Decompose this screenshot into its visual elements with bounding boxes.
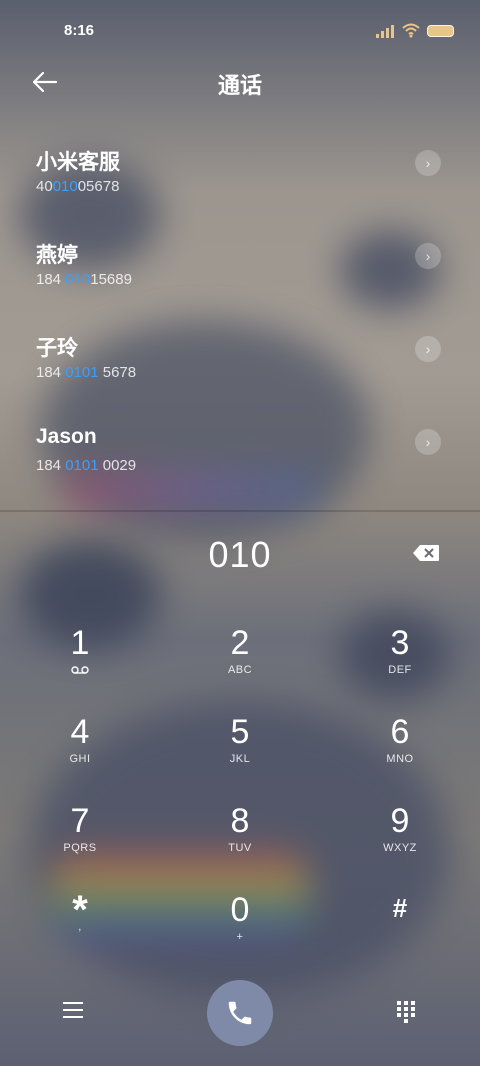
status-bar: 8:16 [0,0,480,62]
signal-icon [376,25,394,38]
bottom-bar [0,978,480,1046]
key-6[interactable]: 6 MNO [340,713,460,793]
contact-item[interactable]: 燕婷 184 01015689 › [0,225,480,315]
contact-number: 184 0101 5678 [36,364,137,381]
chevron-right-icon[interactable]: › [415,429,441,455]
contact-number: 184 01015689 [36,271,132,288]
contact-name: 子玲 [36,337,78,360]
contact-item[interactable]: Jason 184 0101 0029 › [0,411,480,501]
chevron-right-icon[interactable]: › [415,336,441,362]
contact-name: 小米客服 [36,151,120,174]
status-time: 8:16 [64,22,95,39]
key-7[interactable]: 7 PQRS [20,802,140,882]
key-8[interactable]: 8 TUV [180,802,300,882]
key-5[interactable]: 5 JKL [180,713,300,793]
contact-item[interactable]: 子玲 184 0101 5678 › [0,318,480,408]
key-star[interactable]: *, [20,890,140,971]
chevron-right-icon[interactable]: › [415,243,441,269]
key-0[interactable]: 0 + [180,891,300,971]
key-hash[interactable]: # [340,891,460,971]
call-button[interactable] [207,980,273,1046]
key-3[interactable]: 3 DEF [340,624,460,704]
dialed-number: 010 [208,534,272,575]
key-4[interactable]: 4 GHI [20,713,140,793]
wifi-icon [402,23,420,38]
dialpad-icon[interactable] [396,1000,416,1024]
dial-display: 010 [0,530,480,580]
contact-name: Jason [36,425,97,448]
backspace-icon[interactable] [412,544,440,562]
contact-number: 184 0101 0029 [36,457,137,474]
contact-name: 燕婷 [36,244,78,267]
battery-icon [427,25,454,37]
key-1[interactable]: 1 [20,624,140,704]
header: 通话 [0,62,480,102]
key-2[interactable]: 2 ABC [180,624,300,704]
chevron-right-icon[interactable]: › [415,150,441,176]
voicemail-icon [71,666,89,674]
contact-item[interactable]: 小米客服 4001005678 › [0,132,480,222]
key-9[interactable]: 9 WXYZ [340,802,460,882]
phone-call-icon [228,1001,252,1025]
page-title: 通话 [217,73,262,98]
hamburger-menu-icon[interactable] [62,1000,84,1020]
contact-number: 4001005678 [36,178,120,195]
